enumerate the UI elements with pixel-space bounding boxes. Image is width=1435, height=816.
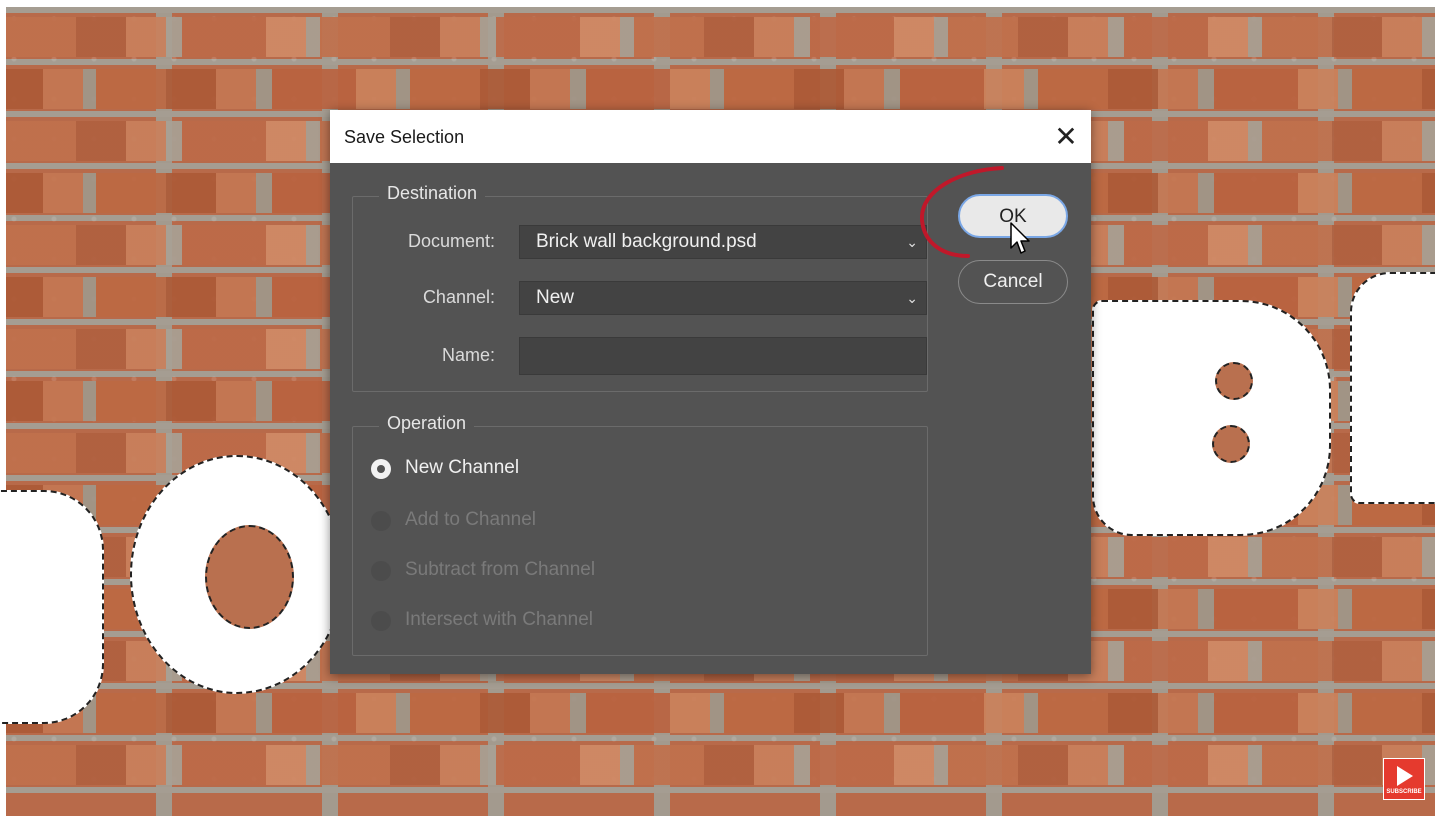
close-icon[interactable]: ✕: [1041, 118, 1091, 158]
name-input[interactable]: [519, 337, 927, 375]
channel-label: Channel:: [422, 287, 495, 307]
brick-row: [6, 693, 1435, 733]
radio-button: [371, 511, 391, 531]
document-label: Document:: [407, 231, 495, 251]
chevron-down-icon: ⌄: [906, 234, 918, 250]
radio-button: [371, 561, 391, 581]
selected-letter-left: [0, 490, 104, 724]
operation-group: Operation New Channel Add to Channel Sub…: [352, 413, 928, 656]
selected-letter-b-hole: [1215, 362, 1253, 400]
selected-letter-b-hole: [1212, 425, 1250, 463]
play-icon: [1397, 766, 1413, 786]
document-select[interactable]: Brick wall background.psd ⌄: [519, 225, 927, 259]
radio-button: [371, 611, 391, 631]
brick-row: [6, 17, 1435, 57]
radio-label: Add to Channel: [405, 509, 536, 530]
name-label: Name:: [441, 345, 495, 365]
radio-label: Subtract from Channel: [405, 559, 596, 580]
subscribe-label: SUBSCRIBE: [1386, 789, 1422, 795]
chevron-down-icon: ⌄: [906, 290, 918, 306]
selected-letter-b: [1092, 300, 1331, 536]
radio-button[interactable]: [371, 459, 391, 479]
cancel-button[interactable]: Cancel: [958, 260, 1068, 304]
dialog-titlebar[interactable]: Save Selection ✕: [330, 110, 1091, 163]
radio-label: New Channel: [405, 457, 520, 478]
selected-letter-e: [1350, 272, 1435, 504]
radio-label: Intersect with Channel: [405, 609, 593, 630]
brick-row: [6, 69, 1435, 109]
brick-row: [6, 745, 1435, 785]
subscribe-badge[interactable]: SUBSCRIBE: [1383, 758, 1425, 800]
selected-letter-o-hole: [205, 525, 294, 629]
channel-select[interactable]: New ⌄: [519, 281, 927, 315]
destination-legend: Destination: [379, 183, 486, 204]
document-value: Brick wall background.psd: [536, 231, 757, 252]
dialog-title: Save Selection: [344, 127, 465, 147]
mouse-pointer-icon: [1010, 222, 1030, 254]
channel-value: New: [536, 287, 575, 308]
destination-group: Destination Document: Brick wall backgro…: [352, 183, 928, 392]
operation-legend: Operation: [379, 413, 475, 434]
save-selection-dialog: Save Selection ✕ Destination Document: B…: [330, 110, 1091, 674]
